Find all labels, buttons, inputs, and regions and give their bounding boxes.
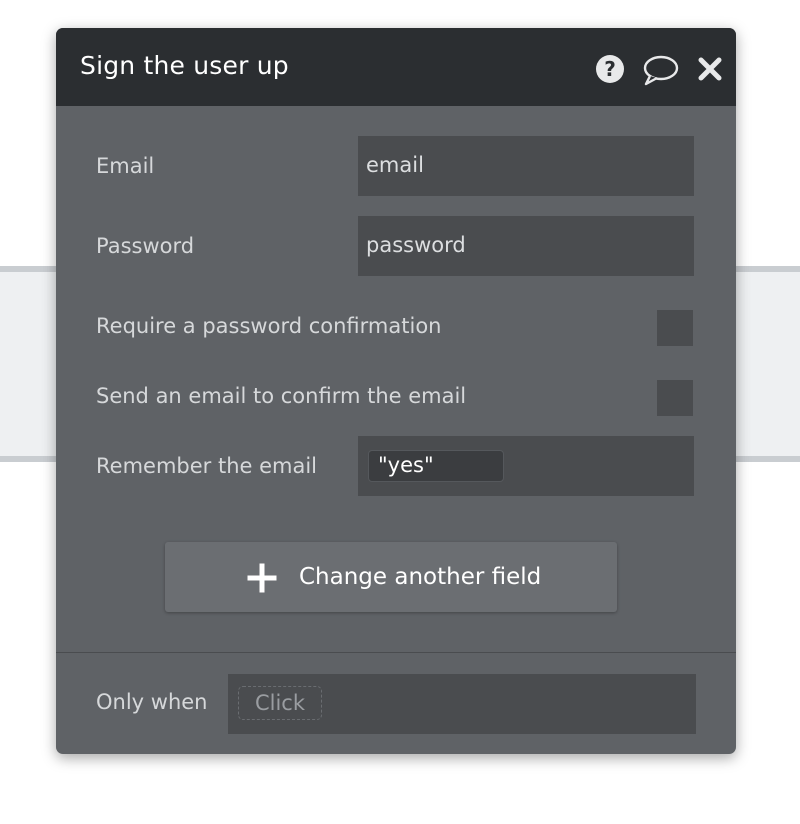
password-label: Password: [96, 234, 195, 258]
require-confirmation-checkbox[interactable]: [657, 310, 693, 346]
password-field[interactable]: password: [358, 216, 694, 276]
only-when-field[interactable]: Click: [228, 674, 696, 734]
send-email-checkbox[interactable]: [657, 380, 693, 416]
comment-icon[interactable]: [642, 54, 680, 86]
dialog-title: Sign the user up: [80, 51, 289, 80]
password-value: password: [366, 233, 466, 257]
email-value: email: [366, 153, 424, 177]
remember-email-field[interactable]: "yes": [358, 436, 694, 496]
change-another-field-label: Change another field: [299, 564, 542, 590]
help-icon[interactable]: ?: [595, 54, 625, 84]
email-field[interactable]: email: [358, 136, 694, 196]
require-confirmation-label: Require a password confirmation: [96, 314, 442, 338]
remember-email-label: Remember the email: [96, 454, 318, 478]
email-label: Email: [96, 154, 155, 178]
close-icon[interactable]: [697, 56, 723, 82]
remember-email-value[interactable]: "yes": [368, 450, 504, 482]
svg-text:?: ?: [604, 57, 616, 81]
workflow-action-dialog: Sign the user up ? Email email Password …: [56, 28, 736, 754]
change-another-field-button[interactable]: Change another field: [165, 542, 617, 612]
plus-icon: [247, 563, 277, 593]
send-email-label: Send an email to confirm the email: [96, 384, 467, 408]
only-when-label: Only when: [96, 690, 208, 714]
divider: [56, 652, 736, 653]
only-when-placeholder[interactable]: Click: [238, 686, 322, 720]
dialog-header: Sign the user up ?: [56, 28, 736, 106]
